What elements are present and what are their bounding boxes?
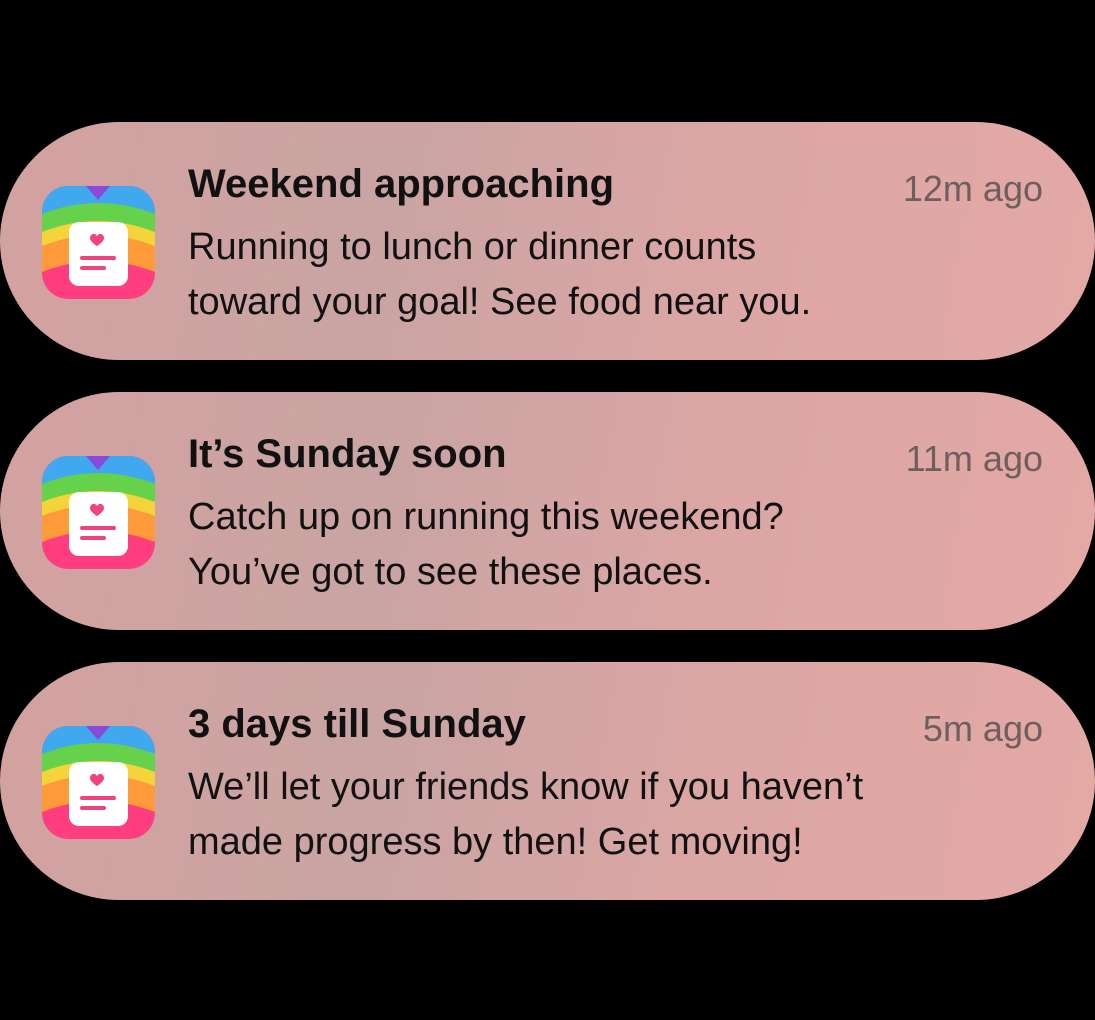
- notification-time: 11m ago: [905, 438, 1043, 479]
- notification-body-line: Catch up on running this weekend?: [188, 496, 784, 538]
- notification-time: 12m ago: [902, 168, 1043, 209]
- notification-body-line: made progress by then! Get moving!: [188, 821, 803, 863]
- rainbow-journal-heart-icon: [42, 456, 155, 569]
- notification-body-line: Running to lunch or dinner counts: [188, 226, 757, 268]
- notification-card[interactable]: It’s Sunday soon 11m ago Catch up on run…: [0, 392, 1095, 630]
- notification-card[interactable]: Weekend approaching 12m ago Running to l…: [0, 122, 1095, 360]
- notification-time: 5m ago: [922, 708, 1043, 749]
- rainbow-journal-heart-icon: [42, 186, 155, 299]
- notification-title: 3 days till Sunday: [188, 702, 526, 746]
- notification-title: It’s Sunday soon: [188, 432, 507, 476]
- notification-body-line: You’ve got to see these places.: [188, 551, 713, 593]
- notification-card[interactable]: 3 days till Sunday 5m ago We’ll let your…: [0, 662, 1095, 900]
- notification-body: We’ll let your friends know if you haven…: [188, 760, 1068, 870]
- notification-body-line: toward your goal! See food near you.: [188, 281, 812, 323]
- rainbow-journal-heart-icon: [42, 726, 155, 839]
- notification-body-line: We’ll let your friends know if you haven…: [188, 766, 864, 808]
- notification-body: Running to lunch or dinner counts toward…: [188, 220, 1068, 330]
- notification-body: Catch up on running this weekend? You’ve…: [188, 490, 1068, 600]
- notification-title: Weekend approaching: [188, 162, 615, 206]
